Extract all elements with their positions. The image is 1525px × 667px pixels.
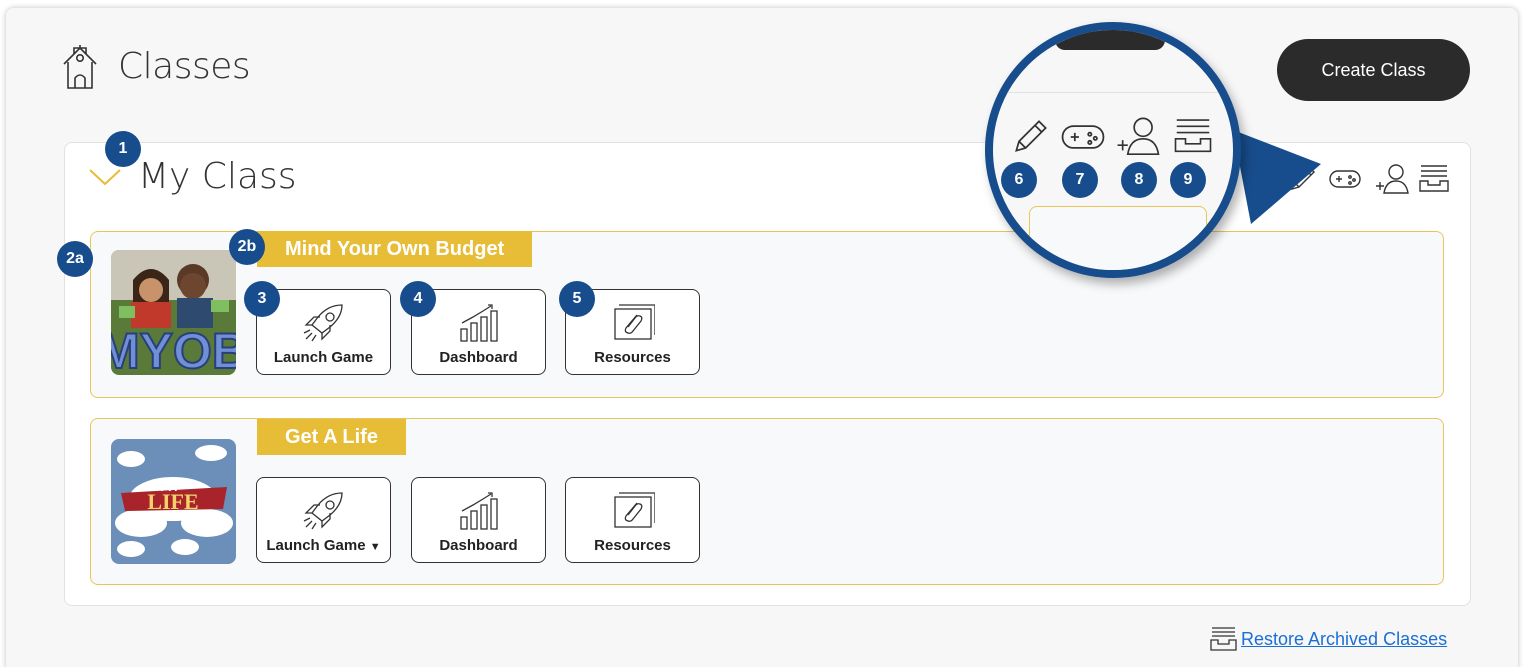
launch-game-label: Launch Game — [266, 537, 366, 554]
chevron-down-icon[interactable] — [88, 166, 122, 188]
launch-game-dropdown-button[interactable]: Launch Game ▼ — [256, 477, 391, 563]
gamepad-icon — [1061, 125, 1105, 149]
class-title: My Class — [138, 156, 297, 197]
add-user-icon — [1117, 117, 1160, 155]
resources-label: Resources — [594, 349, 671, 366]
archive-icon — [1210, 627, 1237, 651]
callout-badge: 1 — [105, 131, 141, 167]
page-title: Classes — [118, 45, 251, 87]
callout-badge: 8 — [1121, 162, 1157, 198]
launch-game-label: Launch Game — [273, 349, 374, 366]
bar-chart-icon — [459, 492, 498, 530]
rocket-icon — [303, 492, 343, 530]
magnifier-callout — [985, 22, 1241, 278]
pencil-icon — [1015, 120, 1047, 152]
add-user-icon[interactable] — [1374, 162, 1410, 194]
archive-icon — [1174, 119, 1212, 153]
magnified-create-button-edge — [1055, 30, 1165, 50]
callout-badge: 2b — [229, 229, 265, 265]
dashboard-label: Dashboard — [439, 537, 518, 554]
dashboard-label: Dashboard — [439, 349, 518, 366]
game-thumbnail-myob[interactable]: MYOB — [111, 250, 236, 375]
resources-button[interactable]: Resources — [565, 477, 700, 563]
callout-badge: 4 — [400, 281, 436, 317]
caret-down-icon: ▼ — [369, 541, 381, 553]
game-title-tag: Get A Life — [257, 419, 406, 455]
resources-label: Resources — [594, 537, 671, 554]
callout-badge: 7 — [1062, 162, 1098, 198]
gamepad-icon[interactable] — [1328, 168, 1362, 190]
page-header: Classes — [60, 42, 251, 90]
rocket-icon — [303, 304, 343, 342]
dashboard-button[interactable]: Dashboard — [411, 477, 546, 563]
restore-archived-link[interactable]: Restore Archived Classes — [1241, 629, 1447, 650]
paperclip-folder-icon — [613, 492, 655, 528]
thumbnail-text: LIFE — [147, 489, 198, 514]
game-title-tag: Mind Your Own Budget — [257, 231, 533, 267]
restore-archived-row[interactable]: Restore Archived Classes — [1210, 626, 1447, 652]
bar-chart-icon — [459, 304, 498, 342]
thumbnail-text: MYOB — [111, 323, 236, 375]
callout-badge: 3 — [244, 281, 280, 317]
callout-badge: 6 — [1001, 162, 1037, 198]
archive-icon[interactable] — [1418, 163, 1450, 193]
callout-badge: 2a — [57, 241, 93, 277]
game-thumbnail-get-a-life[interactable]: GET A LIFE — [111, 439, 236, 564]
callout-badge: 5 — [559, 281, 595, 317]
paperclip-folder-icon — [613, 304, 655, 340]
callout-badge: 9 — [1170, 162, 1206, 198]
schoolhouse-icon — [63, 45, 97, 89]
create-class-button[interactable]: Create Class — [1277, 39, 1470, 101]
